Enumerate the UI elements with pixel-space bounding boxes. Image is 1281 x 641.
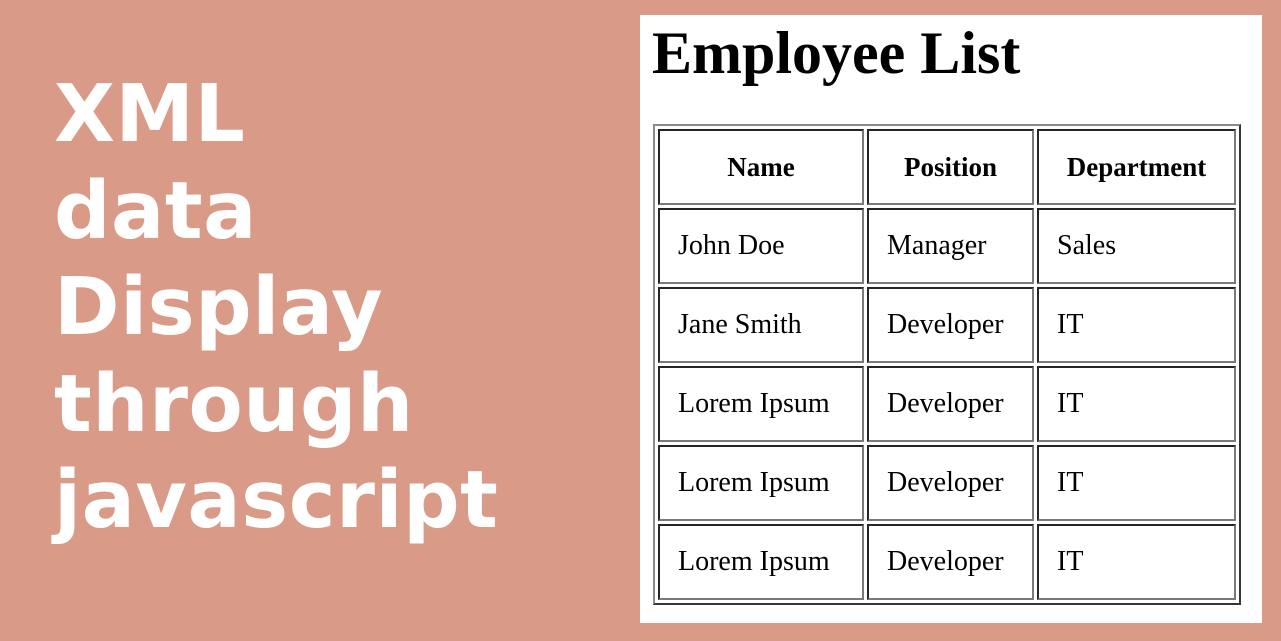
- cell-name: Lorem Ipsum: [658, 366, 864, 442]
- table-row: Lorem Ipsum Developer IT: [658, 524, 1236, 600]
- column-header-name: Name: [658, 129, 864, 205]
- cell-name: Lorem Ipsum: [658, 445, 864, 521]
- cell-department: IT: [1037, 524, 1236, 600]
- cell-position: Developer: [867, 287, 1034, 363]
- column-header-position: Position: [867, 129, 1034, 205]
- banner-title-line: data: [54, 164, 257, 257]
- banner-title-line: Display: [54, 261, 384, 353]
- banner-title-line: through: [54, 357, 414, 450]
- page-title: Employee List: [652, 20, 1021, 86]
- cell-name: Jane Smith: [658, 287, 864, 363]
- cell-department: IT: [1037, 366, 1236, 442]
- table-row: Jane Smith Developer IT: [658, 287, 1236, 363]
- banner-title-line: XML: [54, 68, 246, 160]
- cell-position: Developer: [867, 366, 1034, 442]
- column-header-department: Department: [1037, 129, 1236, 205]
- cell-position: Developer: [867, 445, 1034, 521]
- employee-list-panel: Employee List Name Position Department J…: [640, 15, 1262, 623]
- cell-department: IT: [1037, 287, 1236, 363]
- banner-title: XML data Display through javascript: [54, 66, 498, 549]
- banner-title-line: javascript: [54, 454, 499, 546]
- table-header-row: Name Position Department: [658, 129, 1236, 205]
- cell-department: IT: [1037, 445, 1236, 521]
- employee-table: Name Position Department John Doe Manage…: [653, 124, 1241, 605]
- cell-position: Manager: [867, 208, 1034, 284]
- cell-position: Developer: [867, 524, 1034, 600]
- table-row: John Doe Manager Sales: [658, 208, 1236, 284]
- table-row: Lorem Ipsum Developer IT: [658, 366, 1236, 442]
- table-row: Lorem Ipsum Developer IT: [658, 445, 1236, 521]
- cell-department: Sales: [1037, 208, 1236, 284]
- cell-name: Lorem Ipsum: [658, 524, 864, 600]
- cell-name: John Doe: [658, 208, 864, 284]
